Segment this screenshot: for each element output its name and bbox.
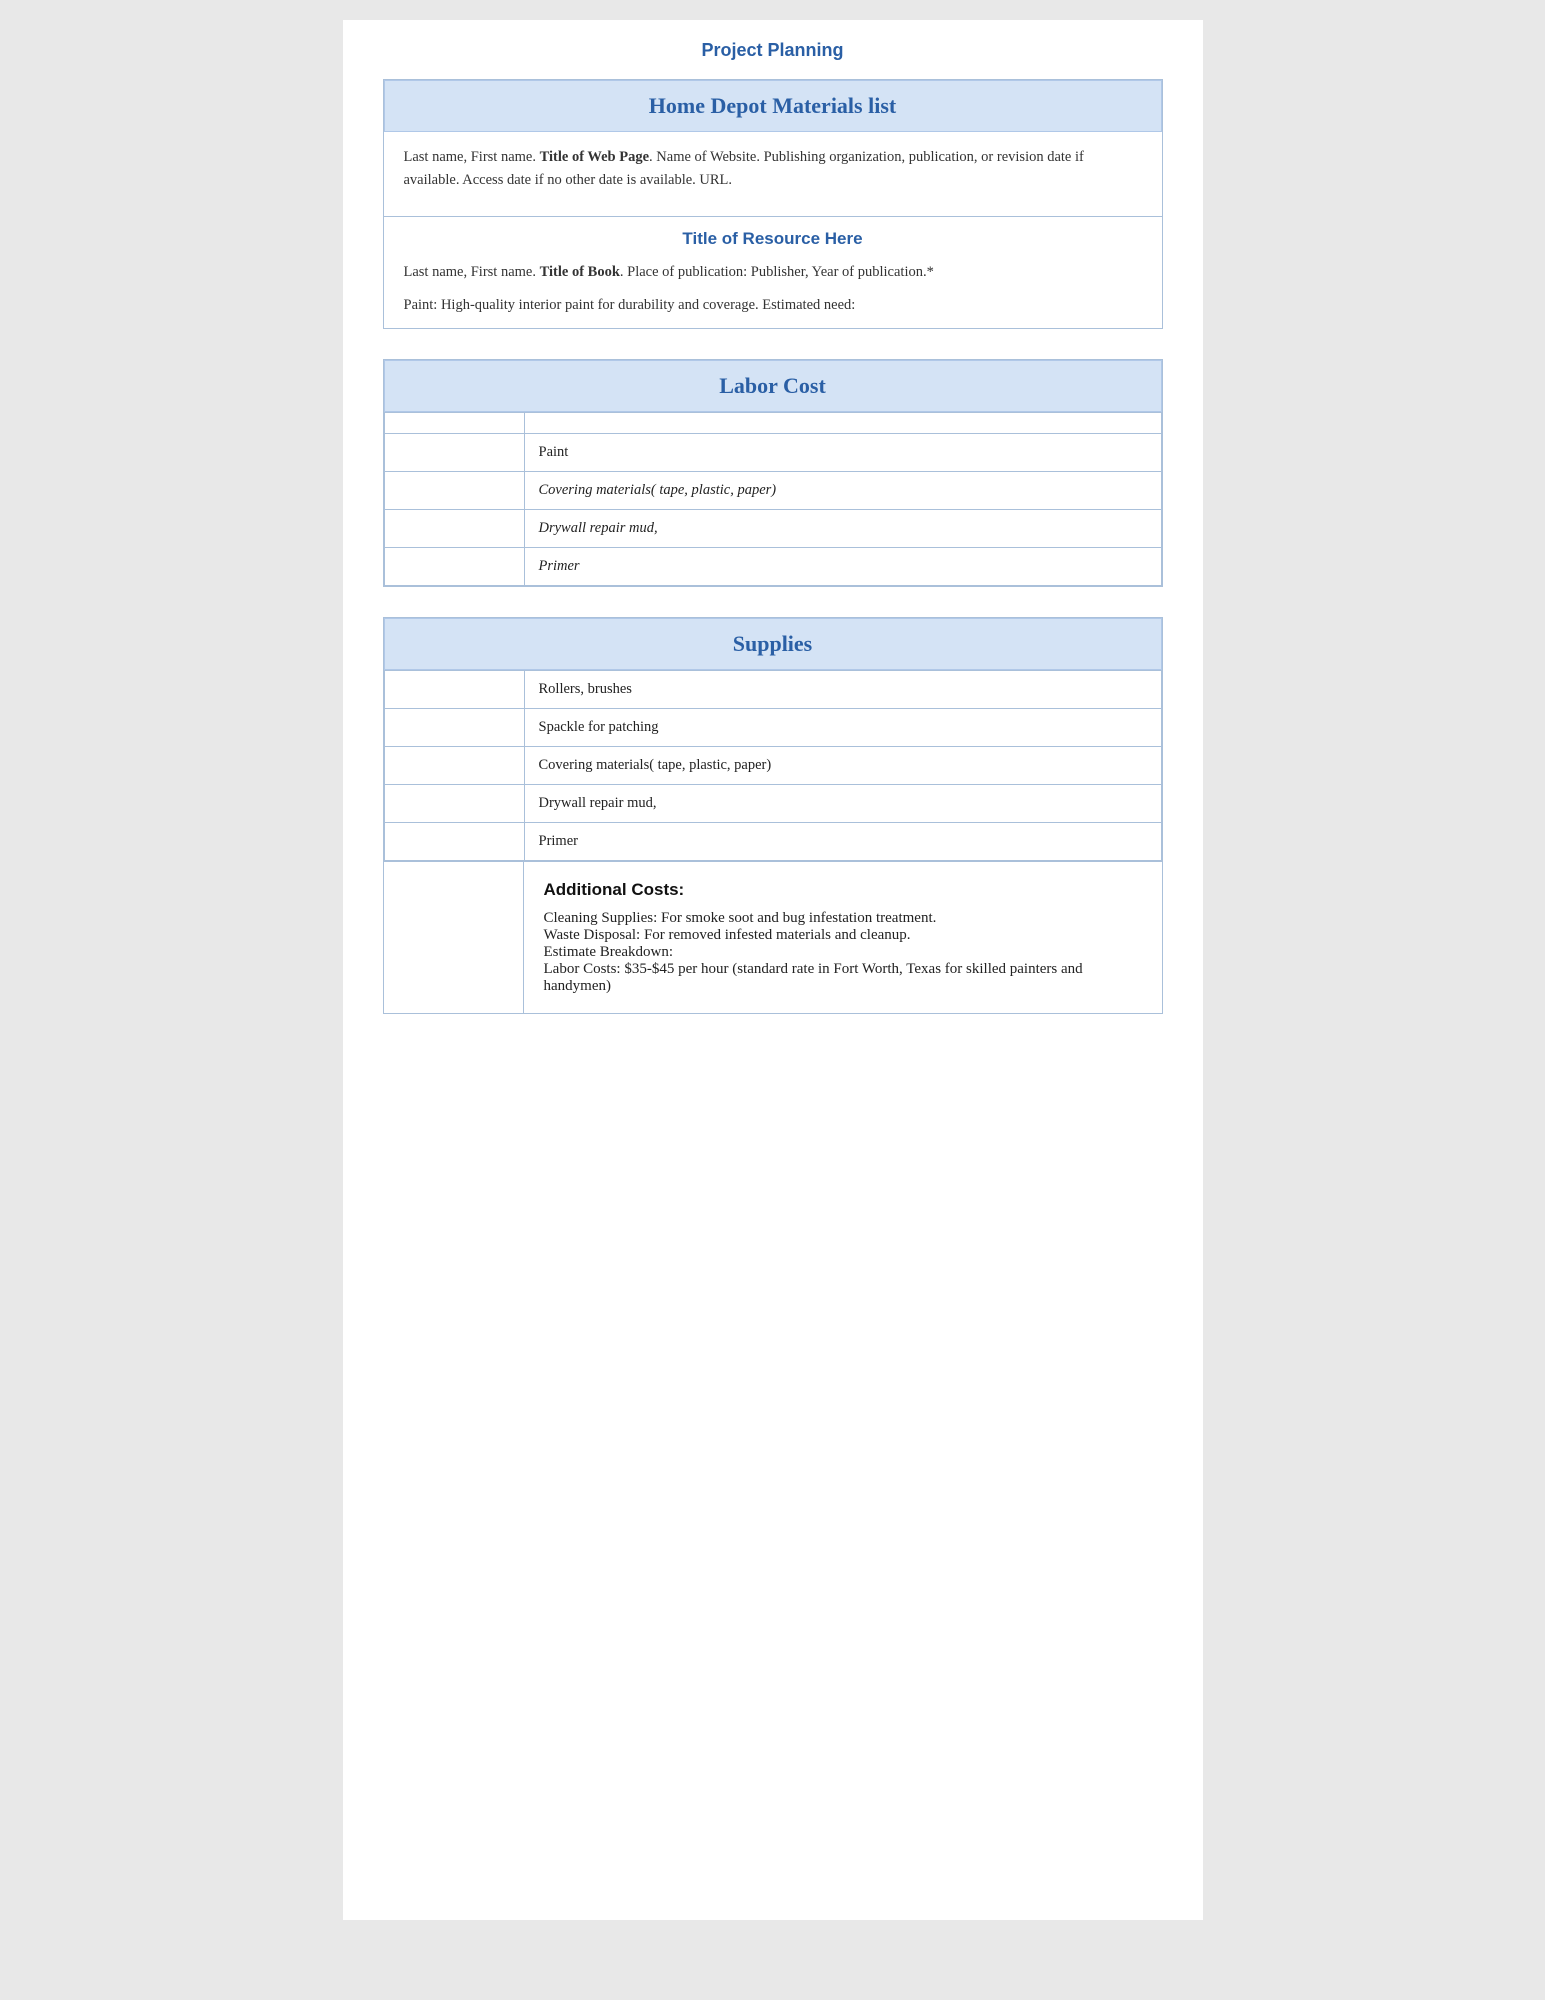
paint-note: Paint: High-quality interior paint for d… <box>384 293 1162 328</box>
labor-cost-header: Labor Cost <box>384 360 1162 412</box>
labor-cell-right-0 <box>524 412 1161 433</box>
table-row: Primer <box>384 822 1161 860</box>
table-row: Drywall repair mud, <box>384 509 1161 547</box>
supply-cell-left-3 <box>384 784 524 822</box>
table-row <box>384 412 1161 433</box>
materials-header-title: Home Depot Materials list <box>649 93 896 118</box>
supply-cell-left-1 <box>384 708 524 746</box>
book-citation-after: . Place of publication: Publisher, Year … <box>620 264 934 280</box>
supply-cell-left-0 <box>384 670 524 708</box>
supplies-section: Supplies Rollers, brushes Spackle for pa… <box>383 617 1163 1014</box>
labor-cost-table: Paint Covering materials( tape, plastic,… <box>384 412 1162 586</box>
additional-costs-item-0: Cleaning Supplies: For smoke soot and bu… <box>544 910 1142 927</box>
labor-cost-title: Labor Cost <box>719 373 826 398</box>
labor-cell-left-2 <box>384 471 524 509</box>
table-row: Paint <box>384 433 1161 471</box>
book-citation-before: Last name, First name. <box>404 264 540 280</box>
additional-costs-item-1: Waste Disposal: For removed infested mat… <box>544 927 1142 944</box>
supply-cell-right-3: Drywall repair mud, <box>524 784 1161 822</box>
web-citation: Last name, First name. Title of Web Page… <box>384 132 1162 206</box>
labor-cell-right-1: Paint <box>524 433 1161 471</box>
divider-1 <box>384 216 1162 217</box>
table-row: Covering materials( tape, plastic, paper… <box>384 746 1161 784</box>
supply-cell-right-1: Spackle for patching <box>524 708 1161 746</box>
materials-header: Home Depot Materials list <box>384 80 1162 132</box>
additional-costs-title: Additional Costs: <box>544 880 1142 900</box>
supply-cell-left-2 <box>384 746 524 784</box>
labor-cost-outer: Labor Cost Paint Covering materials( tap… <box>383 359 1163 587</box>
labor-cell-right-3: Drywall repair mud, <box>524 509 1161 547</box>
supplies-header: Supplies <box>384 618 1162 670</box>
additional-costs-item-2: Estimate Breakdown: <box>544 944 1142 961</box>
materials-section: Home Depot Materials list Last name, Fir… <box>383 79 1163 329</box>
book-citation: Last name, First name. Title of Book. Pl… <box>384 257 1162 292</box>
additional-costs-item-3: Labor Costs: $35-$45 per hour (standard … <box>544 961 1142 995</box>
supply-cell-right-2: Covering materials( tape, plastic, paper… <box>524 746 1161 784</box>
citation-bold: Title of Web Page <box>540 149 649 165</box>
labor-cell-left-1 <box>384 433 524 471</box>
supply-cell-right-0: Rollers, brushes <box>524 670 1161 708</box>
page-title: Project Planning <box>383 40 1163 61</box>
book-citation-bold: Title of Book <box>540 264 620 280</box>
supplies-outer: Supplies Rollers, brushes Spackle for pa… <box>383 617 1163 1014</box>
supply-cell-left-4 <box>384 822 524 860</box>
citation-text-before: Last name, First name. <box>404 149 540 165</box>
additional-costs-content: Additional Costs: Cleaning Supplies: For… <box>524 862 1162 1013</box>
table-row: Rollers, brushes <box>384 670 1161 708</box>
resource-title: Title of Resource Here <box>384 229 1162 249</box>
labor-cell-right-2: Covering materials( tape, plastic, paper… <box>524 471 1161 509</box>
supply-cell-right-4: Primer <box>524 822 1161 860</box>
supplies-table: Rollers, brushes Spackle for patching Co… <box>384 670 1162 861</box>
table-row: Drywall repair mud, <box>384 784 1161 822</box>
additional-costs-container: Additional Costs: Cleaning Supplies: For… <box>384 861 1162 1013</box>
table-row: Covering materials( tape, plastic, paper… <box>384 471 1161 509</box>
page-container: Project Planning Home Depot Materials li… <box>343 20 1203 1920</box>
labor-cell-left-4 <box>384 547 524 585</box>
additional-costs-left-col <box>384 862 524 1013</box>
table-row: Primer <box>384 547 1161 585</box>
labor-cell-left-3 <box>384 509 524 547</box>
labor-cell-right-4: Primer <box>524 547 1161 585</box>
labor-cell-left-0 <box>384 412 524 433</box>
labor-cost-section: Labor Cost Paint Covering materials( tap… <box>383 359 1163 587</box>
table-row: Spackle for patching <box>384 708 1161 746</box>
supplies-title: Supplies <box>733 631 813 656</box>
